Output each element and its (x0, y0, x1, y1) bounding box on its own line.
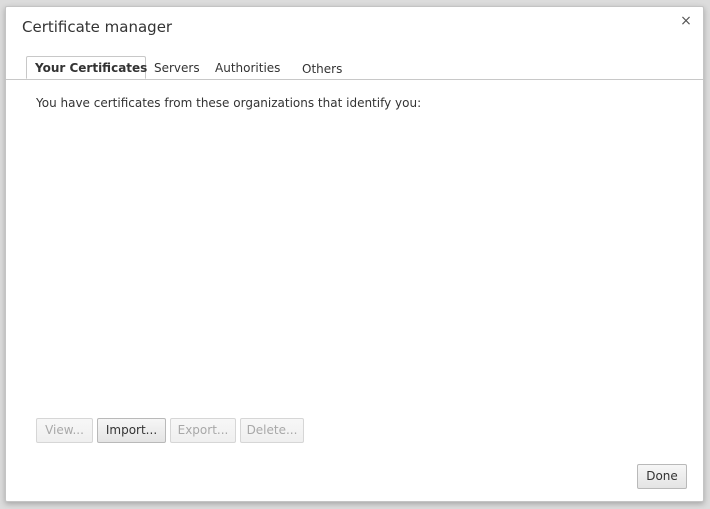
tab-servers[interactable]: Servers (154, 57, 200, 79)
dialog-title: Certificate manager (22, 18, 173, 36)
export-button[interactable]: Export... (170, 418, 236, 443)
certificate-list[interactable] (36, 119, 676, 409)
tab-bar: Your Certificates Servers Authorities Ot… (6, 56, 703, 80)
tab-others[interactable]: Others (302, 58, 342, 80)
tab-your-certificates[interactable]: Your Certificates (26, 56, 147, 79)
tab-authorities[interactable]: Authorities (215, 57, 280, 79)
done-button[interactable]: Done (637, 464, 687, 489)
delete-button[interactable]: Delete... (240, 418, 304, 443)
close-icon[interactable]: × (678, 13, 694, 29)
certificates-description: You have certificates from these organiz… (36, 96, 422, 110)
view-button[interactable]: View... (36, 418, 93, 443)
certificate-manager-dialog: Certificate manager × Your Certificates … (5, 6, 704, 502)
import-button[interactable]: Import... (97, 418, 166, 443)
